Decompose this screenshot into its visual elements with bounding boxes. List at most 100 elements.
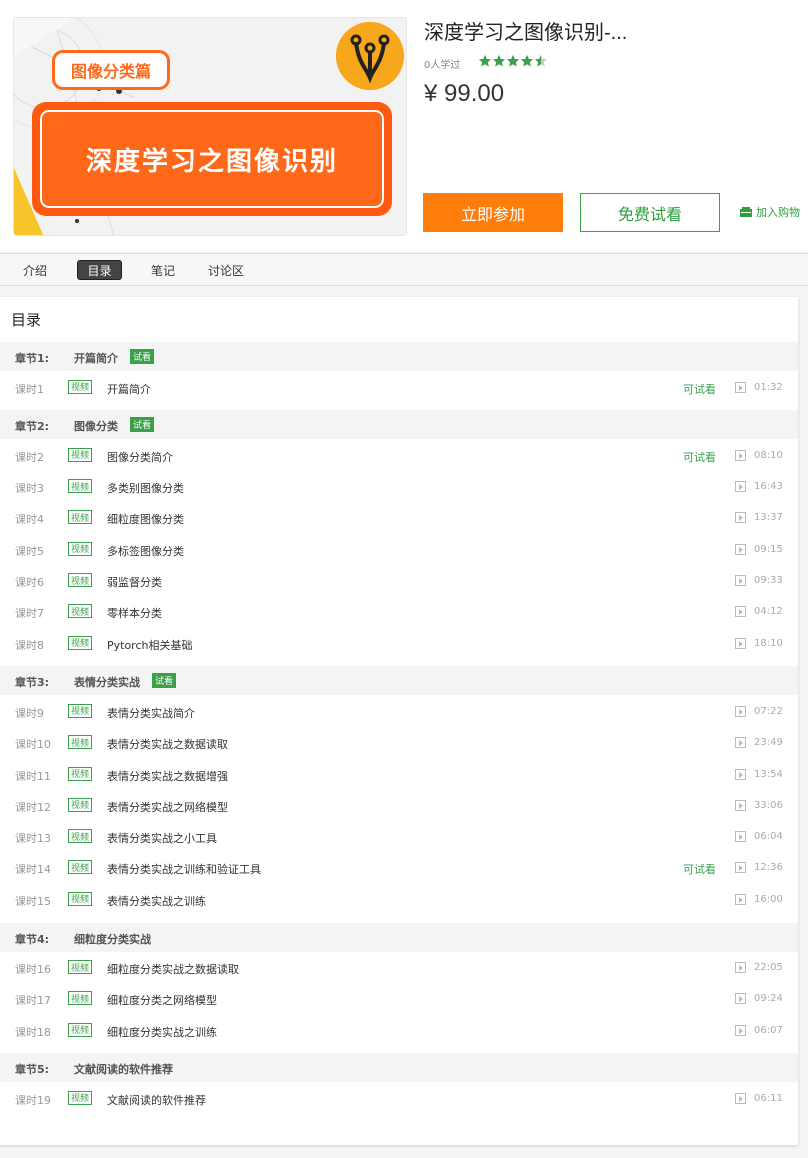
lesson-title[interactable]: 零样本分类 [107,605,162,621]
lesson-title[interactable]: 细粒度分类实战之训练 [107,1024,217,1040]
cover-tag: 图像分类篇 [52,50,170,90]
play-icon[interactable] [735,543,746,555]
lesson-row[interactable]: 课时1 视频 开篇简介 可试看 01:32 [0,372,798,403]
lesson-number: 课时9 [15,706,44,720]
lesson-duration: 06:07 [754,1024,783,1036]
lesson-row[interactable]: 课时19 视频 文献阅读的软件推荐 06:11 [0,1083,798,1114]
lesson-row[interactable]: 课时15 视频 表情分类实战之训练 16:00 [0,884,798,915]
video-tag: 视频 [68,604,93,619]
lesson-title[interactable]: 表情分类实战简介 [107,705,195,721]
preview-link[interactable]: 可试看 [683,449,716,465]
chapter-name: 细粒度分类实战 [74,932,151,946]
lesson-title[interactable]: 表情分类实战之数据增强 [107,768,228,784]
lesson-row[interactable]: 课时4 视频 细粒度图像分类 13:37 [0,502,798,533]
trial-badge: 试看 [152,673,177,689]
cart-icon [740,207,752,217]
lesson-title[interactable]: Pytorch相关基础 [107,637,193,653]
lesson-row[interactable]: 课时9 视频 表情分类实战简介 07:22 [0,696,798,727]
tab-discussion[interactable]: 讨论区 [203,260,249,280]
lesson-title[interactable]: 细粒度分类之网络模型 [107,992,217,1008]
lesson-row[interactable]: 课时17 视频 细粒度分类之网络模型 09:24 [0,983,798,1014]
lesson-row[interactable]: 课时14 视频 表情分类实战之训练和验证工具 可试看 12:36 [0,852,798,883]
lesson-number: 课时16 [15,963,51,976]
lesson-title[interactable]: 表情分类实战之网络模型 [107,799,228,815]
video-tag: 视频 [68,635,93,650]
play-icon[interactable] [735,737,746,749]
lesson-title[interactable]: 文献阅读的软件推荐 [107,1092,206,1108]
play-icon[interactable] [735,606,746,618]
chapter-number: 章节4: [15,932,50,946]
lesson-row[interactable]: 课时7 视频 零样本分类 04:12 [0,596,798,627]
lesson-title[interactable]: 图像分类简介 [107,449,173,465]
lesson-row[interactable]: 课时12 视频 表情分类实战之网络模型 33:06 [0,790,798,821]
preview-link[interactable]: 可试看 [683,381,716,397]
play-icon[interactable] [735,768,746,780]
play-icon[interactable] [735,512,746,524]
lesson-title[interactable]: 表情分类实战之数据读取 [107,736,228,752]
play-icon[interactable] [735,449,746,461]
lesson-title[interactable]: 多标签图像分类 [107,543,184,559]
play-icon[interactable] [735,637,746,649]
lesson-row[interactable]: 课时16 视频 细粒度分类实战之数据读取 22:05 [0,952,798,983]
course-cover-image[interactable]: 图像分类篇 深度学习之图像识别 [13,17,407,236]
learner-count: 0人学过 [424,60,461,71]
chapter-name: 表情分类实战 [74,676,140,690]
play-icon[interactable] [735,862,746,874]
star-icon [507,55,519,67]
play-icon[interactable] [735,1092,746,1104]
play-icon[interactable] [735,799,746,811]
tab-intro[interactable]: 介绍 [15,260,55,280]
play-icon[interactable] [735,962,746,973]
lesson-duration: 22:05 [754,962,783,973]
lesson-duration: 33:06 [754,799,783,811]
lesson-title[interactable]: 多类别图像分类 [107,480,184,496]
lesson-row[interactable]: 课时3 视频 多类别图像分类 16:43 [0,471,798,502]
preview-link[interactable]: 可试看 [683,861,716,877]
lesson-row[interactable]: 课时11 视频 表情分类实战之数据增强 13:54 [0,759,798,790]
lesson-title[interactable]: 表情分类实战之小工具 [107,830,217,846]
play-icon[interactable] [735,381,746,393]
play-icon[interactable] [735,831,746,843]
cover-title: 深度学习之图像识别 [40,110,384,208]
add-to-cart-link[interactable]: 加入购物 [740,204,800,220]
free-trial-button[interactable]: 免费试看 [580,193,720,232]
play-icon[interactable] [735,1024,746,1036]
lesson-title[interactable]: 表情分类实战之训练和验证工具 [107,861,261,877]
lesson-duration: 23:49 [754,737,783,749]
join-button[interactable]: 立即参加 [423,193,563,232]
chapter-header: 章节2: 图像分类 试看 [0,410,798,440]
play-icon[interactable] [735,893,746,905]
lesson-duration: 01:32 [754,381,783,393]
lesson-title[interactable]: 表情分类实战之训练 [107,893,206,909]
lesson-title[interactable]: 细粒度图像分类 [107,511,184,527]
lesson-row[interactable]: 课时18 视频 细粒度分类实战之训练 06:07 [0,1015,798,1046]
play-icon[interactable] [735,705,746,717]
lesson-duration: 16:00 [754,893,783,905]
lesson-row[interactable]: 课时6 视频 弱监督分类 09:33 [0,565,798,596]
video-tag: 视频 [68,766,93,781]
tab-catalog[interactable]: 目录 [77,260,122,280]
tab-notes[interactable]: 笔记 [143,260,183,280]
lesson-title[interactable]: 开篇简介 [107,381,151,397]
play-icon[interactable] [735,481,746,493]
lesson-row[interactable]: 课时8 视频 Pytorch相关基础 18:10 [0,628,798,659]
catalog-title: 目录 [11,311,42,329]
lesson-duration: 13:54 [754,768,783,780]
play-icon[interactable] [735,993,746,1005]
lesson-title[interactable]: 细粒度分类实战之数据读取 [107,961,239,977]
lesson-row[interactable]: 课时2 视频 图像分类简介 可试看 08:10 [0,440,798,471]
video-tag: 视频 [68,510,93,525]
brand-logo-icon [336,22,404,90]
video-tag: 视频 [68,379,93,394]
lesson-row[interactable]: 课时13 视频 表情分类实战之小工具 06:04 [0,821,798,852]
lesson-row[interactable]: 课时5 视频 多标签图像分类 09:15 [0,534,798,565]
chapter-number: 章节1: [15,352,50,365]
lesson-title[interactable]: 弱监督分类 [107,574,162,590]
play-icon[interactable] [735,575,746,586]
lesson-duration: 07:22 [754,705,783,717]
lesson-number: 课时18 [15,1025,51,1039]
lesson-row[interactable]: 课时10 视频 表情分类实战之数据读取 23:49 [0,727,798,758]
star-icon [521,55,533,67]
lesson-number: 课时15 [15,894,51,908]
lesson-duration: 09:33 [754,575,783,586]
